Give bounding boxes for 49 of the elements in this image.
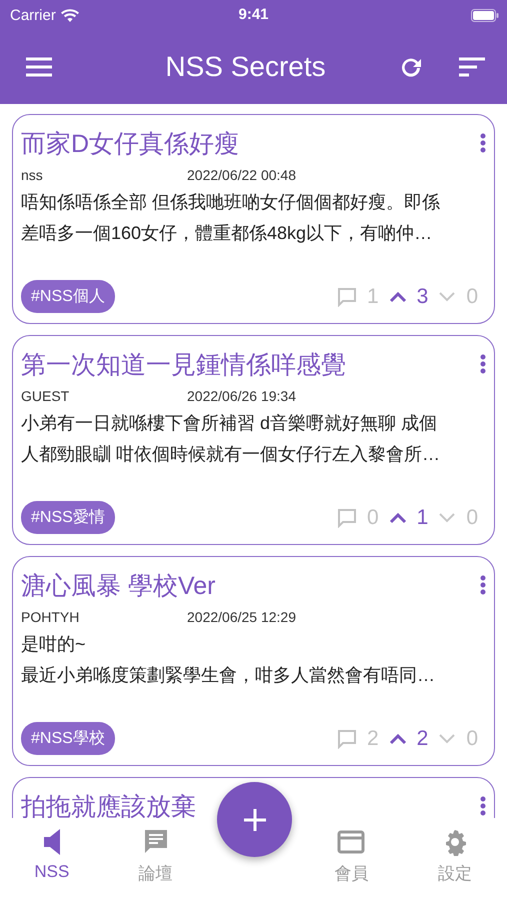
upvote-count: 1 [416,506,428,530]
author-name: nss [21,167,44,183]
downvote-count: 0 [466,284,478,308]
post-title: 溏心風暴 學校Ver [21,570,216,602]
upvote-icon[interactable] [388,290,407,302]
carrier-label: Carrier [10,6,56,24]
post-date: 2022/06/26 19:34 [187,388,296,404]
clock: 9:41 [238,6,269,23]
post-title: 第一次知道一見鍾情係咩感覺 [21,350,346,380]
app-title: NSS Secrets [164,51,327,83]
post-card[interactable]: 第一次知道一見鍾情係咩感覺 GUEST 2022/06/26 19:34 小弟有一日就喺樓下會所補習 d音樂嘢就好無聊 成個 人都勁眼瞓 咁依個時候就有一個女仔行左入黎會所… #NSS愛情 0 1 0 [12,335,495,545]
add-button[interactable] [217,782,292,857]
post-excerpt: 小弟有一日就喺樓下會所補習 d音樂嘢就好無聊 成個 人都勁眼瞓 咁依個時候就有一個女仔行左入黎會所… [21,412,442,466]
tag-chip[interactable]: #NSS學校 [21,722,115,755]
comment-count: 0 [366,506,379,530]
battery-icon [471,8,499,22]
more-icon[interactable] [480,575,486,595]
post-excerpt: 唔知係唔係全部 但係我哋班啲女仔個個都好瘦。即係 差唔多一個160女仔，體重都係48kg以下，有啲仲… [21,191,442,245]
tab-item[interactable]: 會員 [299,818,404,900]
wifi-icon [60,8,79,22]
upvote-count: 2 [416,726,428,750]
upvote-icon[interactable] [388,732,407,744]
author-name: POHTYH [21,609,80,625]
menu-icon[interactable] [26,57,52,77]
more-icon[interactable] [480,796,486,816]
comment-count: 1 [366,284,379,308]
tab-item[interactable]: NSS [0,818,104,900]
post-card[interactable]: 溏心風暴 學校Ver POHTYH 2022/06/25 12:29 是咁的~ 最近小弟喺度策劃緊學生會，咁多人當然會有唔同… #NSS學校 2 2 0 [12,556,495,766]
tag-chip[interactable]: #NSS個人 [21,280,115,313]
sort-icon[interactable] [459,57,485,77]
post-excerpt: 是咁的~ 最近小弟喺度策劃緊學生會，咁多人當然會有唔同… [21,633,436,687]
tab-item[interactable]: 論壇 [104,818,208,900]
more-icon[interactable] [480,354,486,374]
comment-count: 2 [366,726,379,750]
card-icon [337,828,366,856]
tag-chip[interactable]: #NSS愛情 [21,501,115,534]
upvote-count: 3 [416,284,428,308]
post-card[interactable]: 而家D女仔真係好瘦 nss 2022/06/22 00:48 唔知係唔係全部 但係我哋班啲女仔個個都好瘦。即係 差唔多一個160女仔，體重都係48kg以下，有啲仲… #NSS個人 1 3 0 [12,114,495,324]
post-title: 而家D女仔真係好瘦 [21,128,240,160]
more-icon[interactable] [480,133,486,153]
post-title: 拍拖就應該放棄 [21,792,196,818]
author-name: GUEST [21,388,70,404]
plus-icon [244,808,266,830]
post-date: 2022/06/22 00:48 [187,167,296,183]
post-date: 2022/06/25 12:29 [187,609,296,625]
downvote-count: 0 [466,506,478,530]
upvote-icon[interactable] [388,512,407,524]
downvote-count: 0 [466,726,478,750]
tab-item[interactable]: 設定 [403,818,507,900]
